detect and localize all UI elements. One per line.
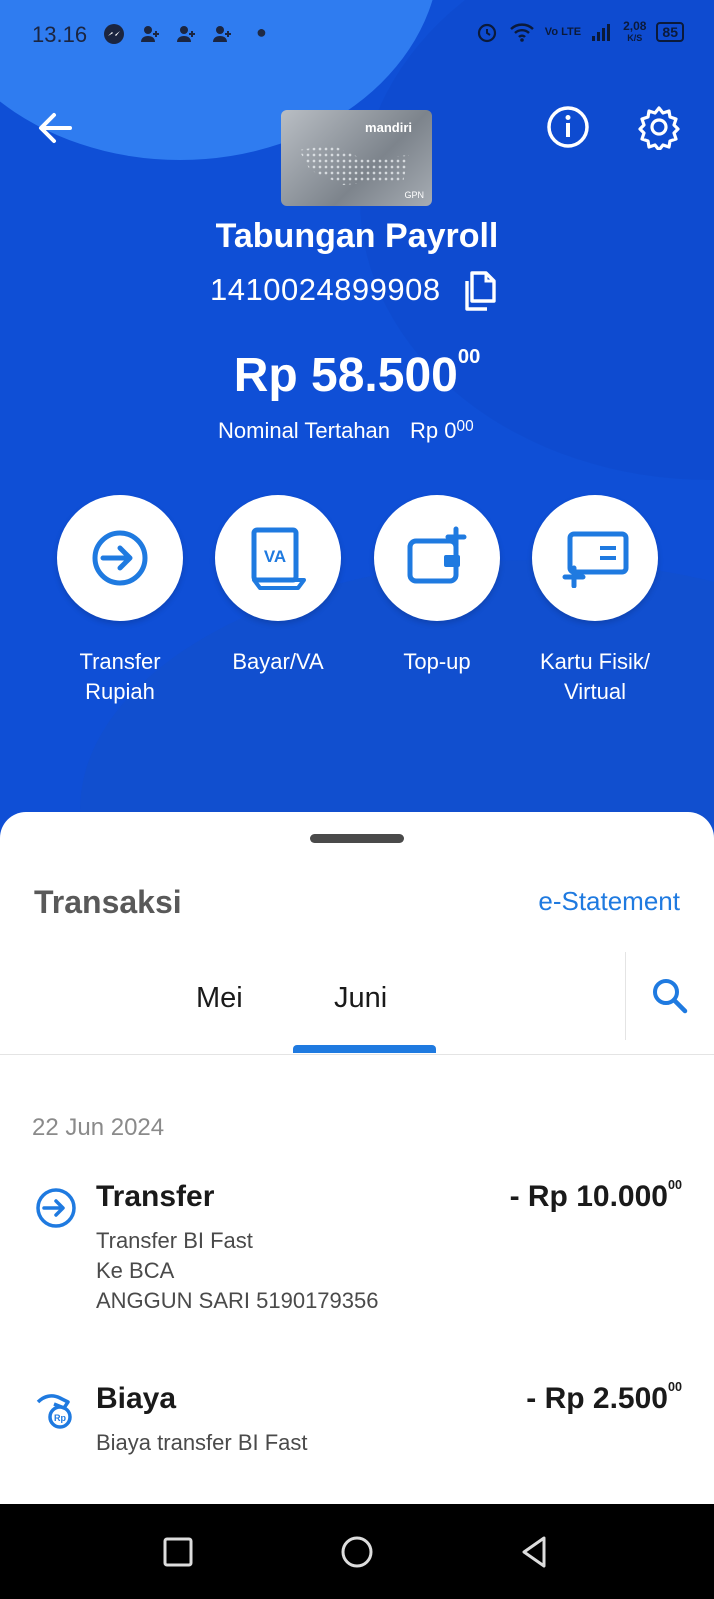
account-number: 1410024899908 <box>210 272 441 307</box>
held-amount: Nominal Tertahan Rp 000 <box>218 418 474 443</box>
card-map-pattern <box>299 145 409 185</box>
status-time: 13.16 <box>32 22 88 47</box>
account-name: Tabungan Payroll <box>215 217 499 255</box>
fee-icon: Rp <box>34 1388 78 1432</box>
bayar-va-button[interactable]: VA Bayar/VA <box>214 495 342 677</box>
svg-text:Rp: Rp <box>54 1413 66 1423</box>
transactions-sheet: Transaksi e-Statement Mei Juni 22 Jun 20… <box>0 812 714 1504</box>
month-tabs: Mei Juni <box>0 952 714 1055</box>
transfer-rupiah-button[interactable]: Transfer Rupiah <box>56 495 184 707</box>
e-statement-link[interactable]: e-Statement <box>538 886 680 917</box>
wallet-add-icon <box>407 526 467 584</box>
home-button[interactable] <box>339 1534 375 1570</box>
va-bill-icon: VA <box>251 527 306 590</box>
top-up-button[interactable]: Top-up <box>373 495 501 677</box>
notification-dot-icon: ● <box>256 22 267 42</box>
info-button[interactable] <box>545 104 591 150</box>
active-tab-indicator <box>293 1045 436 1053</box>
transaction-amount: - Rp 2.50000 <box>526 1380 682 1415</box>
signal-icon <box>592 24 611 41</box>
info-icon <box>547 106 589 148</box>
network-speed: 2,08 K/S <box>623 19 647 43</box>
copy-account-button[interactable] <box>462 270 500 312</box>
transaction-detail: Transfer BI Fast <box>96 1228 253 1253</box>
svg-text:VA: VA <box>264 547 286 566</box>
search-icon <box>653 979 688 1014</box>
search-button[interactable] <box>650 976 690 1016</box>
transaction-date: 22 Jun 2024 <box>32 1114 165 1141</box>
system-nav-bar <box>0 1504 714 1599</box>
transaction-item[interactable]: Transfer - Rp 10.00000 Transfer BI Fast … <box>0 1178 714 1320</box>
contact-add-icon <box>210 22 234 52</box>
transfer-out-icon <box>34 1186 78 1230</box>
arrow-left-icon <box>39 113 72 143</box>
settings-button[interactable] <box>636 104 682 152</box>
card-brand: mandiri <box>365 120 412 135</box>
tab-juni[interactable]: Juni <box>334 982 387 1015</box>
status-right: Vo LTE 2,08 K/S 85 <box>475 20 684 44</box>
transaction-detail: Ke BCA <box>96 1258 175 1283</box>
transaction-detail: Biaya transfer BI Fast <box>96 1430 308 1455</box>
alarm-icon <box>477 23 496 43</box>
account-header: 13.16 ● Vo LTE 2,08 K/S 85 mandiri GPN T… <box>0 0 714 840</box>
card-network: GPN <box>404 190 424 200</box>
drag-handle[interactable] <box>310 834 404 843</box>
tab-mei[interactable]: Mei <box>196 982 243 1015</box>
card-add-icon <box>562 531 629 588</box>
contact-add-icon <box>174 22 198 52</box>
transaction-name: Transfer <box>96 1180 215 1213</box>
contact-add-icon <box>138 22 162 52</box>
network-type: Vo LTE <box>544 25 582 38</box>
transaction-item[interactable]: Rp Biaya - Rp 2.50000 Biaya transfer BI … <box>0 1380 714 1472</box>
debit-card-image: mandiri GPN <box>281 110 432 206</box>
back-nav-button[interactable] <box>516 1534 552 1570</box>
transfer-icon <box>92 530 148 586</box>
status-bar: 13.16 ● Vo LTE 2,08 K/S 85 <box>0 0 714 72</box>
back-button[interactable] <box>34 106 78 150</box>
transactions-title: Transaksi <box>34 884 182 920</box>
gear-icon <box>638 106 680 152</box>
transaction-detail: ANGGUN SARI 5190179356 <box>96 1288 379 1313</box>
battery-indicator: 85 <box>656 22 684 42</box>
copy-icon <box>465 271 496 311</box>
transaction-amount: - Rp 10.00000 <box>509 1178 682 1213</box>
recents-button[interactable] <box>160 1534 196 1570</box>
kartu-fisik-virtual-button[interactable]: Kartu Fisik/Virtual <box>531 495 659 707</box>
messenger-icon <box>102 22 126 52</box>
wifi-icon <box>509 23 534 42</box>
divider <box>625 952 626 1040</box>
account-balance: Rp 58.50000 <box>233 346 481 402</box>
transaction-name: Biaya <box>96 1382 177 1415</box>
